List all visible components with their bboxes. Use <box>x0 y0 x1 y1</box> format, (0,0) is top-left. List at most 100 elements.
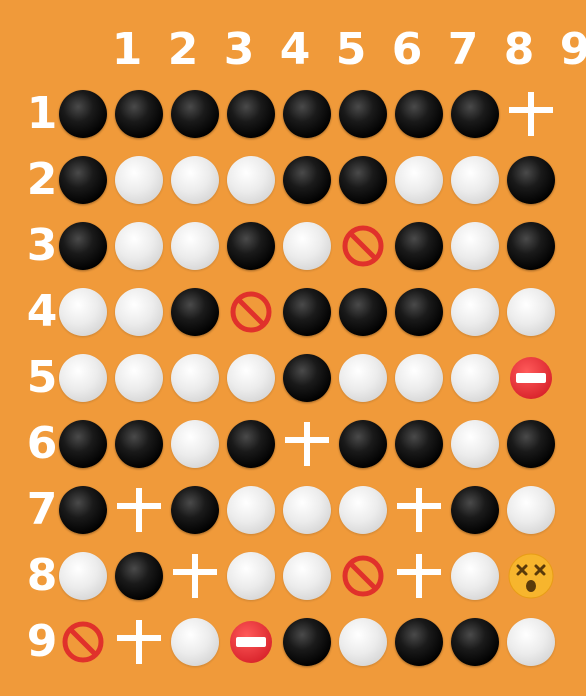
board-cell-r1-c3[interactable] <box>170 89 220 139</box>
board-cell-r9-c7[interactable] <box>394 617 444 667</box>
board-cell-r5-c5[interactable] <box>282 353 332 403</box>
board-cell-r7-c3[interactable] <box>170 485 220 535</box>
white-stone <box>507 486 555 534</box>
board-cell-r8-c3[interactable] <box>170 551 220 601</box>
board-cell-r4-c6[interactable] <box>338 287 388 337</box>
board-cell-r3-c3[interactable] <box>170 221 220 271</box>
board-cell-r1-c8[interactable] <box>450 89 500 139</box>
board-cell-r5-c2[interactable] <box>114 353 164 403</box>
board-cell-r2-c1[interactable] <box>58 155 108 205</box>
board-cell-r5-c4[interactable] <box>226 353 276 403</box>
board-cell-r5-c6[interactable] <box>338 353 388 403</box>
board-cell-r2-c8[interactable] <box>450 155 500 205</box>
row-label-9: 9 <box>26 616 58 667</box>
board-cell-r5-c9[interactable] <box>506 353 556 403</box>
board-cell-r1-c2[interactable] <box>114 89 164 139</box>
board-cell-r5-c7[interactable] <box>394 353 444 403</box>
board-cell-r3-c5[interactable] <box>282 221 332 271</box>
board-cell-r3-c4[interactable] <box>226 221 276 271</box>
white-stone <box>395 156 443 204</box>
board-cell-r6-c9[interactable] <box>506 419 556 469</box>
board-cell-r8-c4[interactable] <box>226 551 276 601</box>
board-cell-r9-c8[interactable] <box>450 617 500 667</box>
board-cell-r4-c5[interactable] <box>282 287 332 337</box>
board-cell-r8-c1[interactable] <box>58 551 108 601</box>
board-cell-r4-c1[interactable] <box>58 287 108 337</box>
board-cell-r8-c6[interactable] <box>338 551 388 601</box>
board-cell-r6-c2[interactable] <box>114 419 164 469</box>
empty-point-icon <box>283 420 331 468</box>
board-cell-r5-c8[interactable] <box>450 353 500 403</box>
board-cell-r2-c5[interactable] <box>282 155 332 205</box>
board-cell-r2-c3[interactable] <box>170 155 220 205</box>
board-cell-r6-c1[interactable] <box>58 419 108 469</box>
board-cell-r3-c2[interactable] <box>114 221 164 271</box>
board-cell-r7-c4[interactable] <box>226 485 276 535</box>
column-label-7: 7 <box>447 24 479 75</box>
board-cell-r1-c5[interactable] <box>282 89 332 139</box>
board-cell-r9-c6[interactable] <box>338 617 388 667</box>
white-stone <box>339 486 387 534</box>
board-cell-r8-c9[interactable] <box>506 551 556 601</box>
prohibited-icon <box>340 553 386 599</box>
board-cell-r6-c7[interactable] <box>394 419 444 469</box>
empty-point-icon <box>171 552 219 600</box>
board-cell-r7-c8[interactable] <box>450 485 500 535</box>
white-stone <box>171 354 219 402</box>
board-cell-r8-c2[interactable] <box>114 551 164 601</box>
board-cell-r2-c2[interactable] <box>114 155 164 205</box>
board-cell-r4-c8[interactable] <box>450 287 500 337</box>
board-cell-r7-c7[interactable] <box>394 485 444 535</box>
black-stone <box>395 420 443 468</box>
board-cell-r6-c8[interactable] <box>450 419 500 469</box>
board-cell-r7-c9[interactable] <box>506 485 556 535</box>
column-label-4: 4 <box>279 24 311 75</box>
white-stone <box>283 222 331 270</box>
white-stone <box>339 354 387 402</box>
board-cell-r9-c3[interactable] <box>170 617 220 667</box>
board-cell-r4-c4[interactable] <box>226 287 276 337</box>
board-cell-r9-c9[interactable] <box>506 617 556 667</box>
board-cell-r1-c7[interactable] <box>394 89 444 139</box>
white-stone <box>451 156 499 204</box>
board-cell-r7-c2[interactable] <box>114 485 164 535</box>
board-cell-r4-c2[interactable] <box>114 287 164 337</box>
board-cell-r5-c1[interactable] <box>58 353 108 403</box>
board-cell-r1-c1[interactable] <box>58 89 108 139</box>
board-cell-r4-c7[interactable] <box>394 287 444 337</box>
black-stone <box>339 288 387 336</box>
board-cell-r1-c6[interactable] <box>338 89 388 139</box>
board-cell-r8-c8[interactable] <box>450 551 500 601</box>
board-cell-r9-c5[interactable] <box>282 617 332 667</box>
board-cell-r7-c5[interactable] <box>282 485 332 535</box>
white-stone <box>283 552 331 600</box>
board-cell-r1-c9[interactable] <box>506 89 556 139</box>
board-cell-r3-c1[interactable] <box>58 221 108 271</box>
board-cell-r3-c8[interactable] <box>450 221 500 271</box>
board-cell-r2-c6[interactable] <box>338 155 388 205</box>
board-cell-r6-c5[interactable] <box>282 419 332 469</box>
board-cell-r2-c7[interactable] <box>394 155 444 205</box>
black-stone <box>507 222 555 270</box>
board-cell-r7-c1[interactable] <box>58 485 108 535</box>
board-cell-r3-c6[interactable] <box>338 221 388 271</box>
row-label-4: 4 <box>26 286 58 337</box>
board-cell-r9-c4[interactable] <box>226 617 276 667</box>
board-cell-r9-c2[interactable] <box>114 617 164 667</box>
board-cell-r9-c1[interactable] <box>58 617 108 667</box>
empty-point-icon <box>115 486 163 534</box>
board-cell-r8-c5[interactable] <box>282 551 332 601</box>
board-cell-r6-c4[interactable] <box>226 419 276 469</box>
board-cell-r3-c9[interactable] <box>506 221 556 271</box>
board-cell-r8-c7[interactable] <box>394 551 444 601</box>
board-cell-r2-c4[interactable] <box>226 155 276 205</box>
board-cell-r4-c3[interactable] <box>170 287 220 337</box>
board-cell-r5-c3[interactable] <box>170 353 220 403</box>
board-cell-r3-c7[interactable] <box>394 221 444 271</box>
board-cell-r7-c6[interactable] <box>338 485 388 535</box>
board-cell-r1-c4[interactable] <box>226 89 276 139</box>
board-cell-r6-c3[interactable] <box>170 419 220 469</box>
board-cell-r4-c9[interactable] <box>506 287 556 337</box>
board-cell-r2-c9[interactable] <box>506 155 556 205</box>
board-cell-r6-c6[interactable] <box>338 419 388 469</box>
